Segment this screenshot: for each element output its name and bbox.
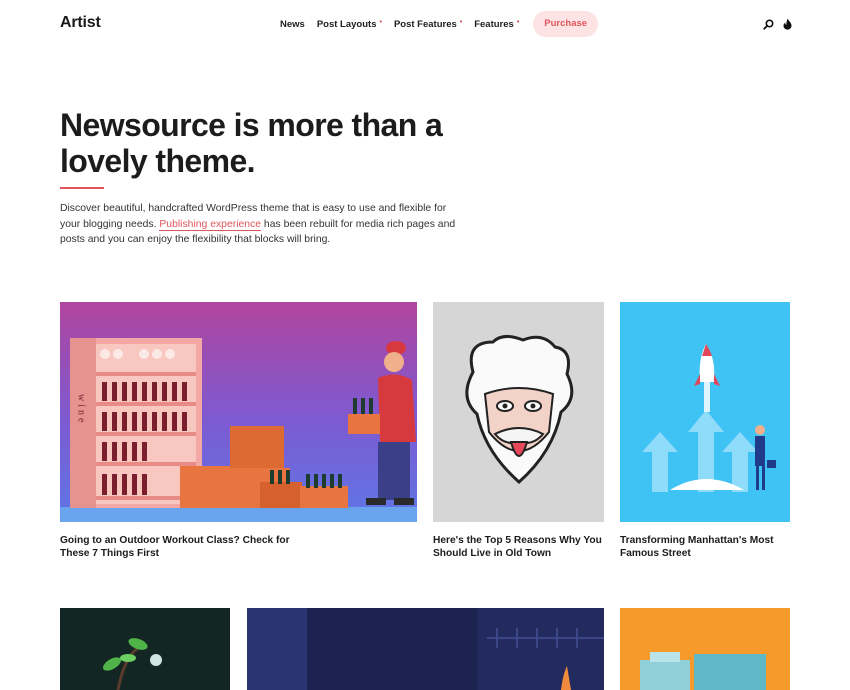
post-thumbnail-orange[interactable] xyxy=(620,608,790,690)
purchase-button[interactable]: Purchase xyxy=(533,11,599,37)
hero-title: Newsource is more than a lovely theme. xyxy=(60,107,443,179)
site-logo[interactable]: Artist xyxy=(60,14,101,32)
nav-item-news[interactable]: News xyxy=(280,19,305,30)
nav-item-post-features[interactable]: Post Features • xyxy=(394,19,462,30)
publishing-experience-link[interactable]: Publishing experience xyxy=(159,218,262,231)
hero-divider xyxy=(60,187,104,189)
wine-shelf-label: wine xyxy=(76,394,87,425)
post-thumbnail-plant[interactable] xyxy=(60,608,230,690)
post-thumbnail-wine-shop[interactable]: wine xyxy=(60,302,417,522)
post-title[interactable]: Going to an Outdoor Workout Class? Check… xyxy=(60,535,290,560)
dropdown-indicator-icon: • xyxy=(459,18,463,26)
post-thumbnail-night-street[interactable] xyxy=(247,608,604,690)
post-thumbnail-einstein[interactable] xyxy=(433,302,604,522)
hero-description: Discover beautiful, handcrafted WordPres… xyxy=(60,203,456,245)
flame-icon[interactable] xyxy=(782,17,793,30)
main-nav: News Post Layouts • Post Features • Featur… xyxy=(280,11,599,37)
dropdown-indicator-icon: • xyxy=(379,18,382,26)
post-thumbnail-rocket[interactable] xyxy=(620,302,790,522)
nav-item-features[interactable]: Features • xyxy=(474,19,519,30)
dropdown-indicator-icon: • xyxy=(516,18,520,26)
post-title[interactable]: Here's the Top 5 Reasons Why You Should … xyxy=(433,535,604,560)
header-actions xyxy=(763,17,793,30)
nav-item-post-layouts[interactable]: Post Layouts • xyxy=(317,19,382,30)
search-icon[interactable] xyxy=(763,17,774,30)
post-title[interactable]: Transforming Manhattan's Most Famous Str… xyxy=(620,535,790,560)
